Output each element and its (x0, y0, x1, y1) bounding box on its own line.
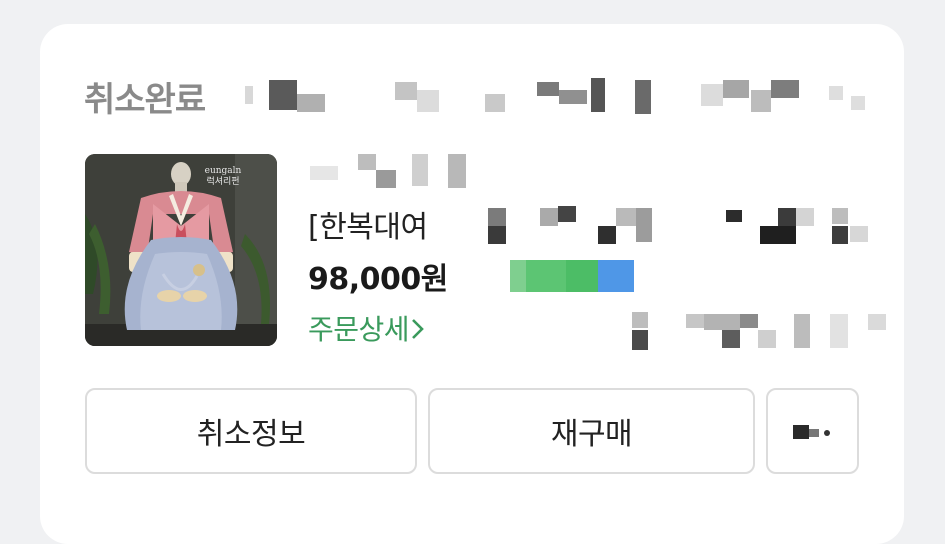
cancel-info-button[interactable]: 취소정보 (85, 388, 417, 474)
rebuy-label: 재구매 (550, 417, 633, 452)
thumbnail-brand: eungaln 럭셔리펀 (204, 166, 242, 187)
order-status-row: 취소완료 (84, 72, 206, 120)
redacted-badge (510, 258, 638, 294)
more-button[interactable] (766, 388, 859, 474)
redacted-seller (308, 154, 488, 190)
more-icon (792, 425, 830, 439)
product-name[interactable]: [한복대여 (308, 202, 428, 246)
order-detail-link[interactable]: 주문상세 (308, 308, 425, 348)
order-detail-label: 주문상세 (308, 313, 410, 346)
redacted-order-info (245, 76, 865, 116)
product-thumbnail[interactable]: eungaln 럭셔리펀 (85, 154, 277, 346)
order-status: 취소완료 (84, 79, 206, 120)
product-price: 98,000원 (308, 262, 448, 297)
redacted-extra (632, 312, 896, 352)
chevron-right-icon (412, 319, 424, 339)
cancel-info-label: 취소정보 (196, 417, 306, 452)
redacted-product-name (488, 206, 878, 246)
hanbok-image (85, 154, 277, 346)
order-card: 취소완료 eungaln 럭셔리펀 [한복대여 98,000원 주문상세 취소정… (40, 24, 904, 544)
rebuy-button[interactable]: 재구매 (428, 388, 755, 474)
